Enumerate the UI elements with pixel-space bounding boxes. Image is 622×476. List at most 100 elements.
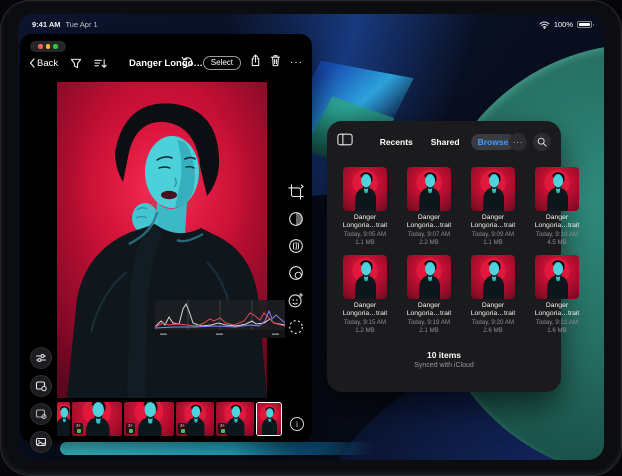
filmstrip-thumbnail[interactable]: [57, 402, 70, 436]
photo-editor-window: Back Danger Longo…: [20, 34, 312, 442]
edit-count-badge: 3+: [74, 423, 83, 434]
filmstrip-thumbnail[interactable]: 3+: [124, 402, 174, 436]
retouch-tool-button[interactable]: [286, 290, 306, 310]
files-panel-footer: 10 items Synced with iCloud: [327, 350, 561, 369]
ellipsis-icon: ···: [513, 141, 523, 144]
file-size: 1.1 MB: [483, 239, 503, 246]
photo-canvas[interactable]: [57, 82, 267, 398]
info-button[interactable]: i: [290, 417, 304, 431]
filmstrip-thumbnail-selected[interactable]: [256, 402, 282, 436]
more-options-button[interactable]: ···: [290, 61, 303, 65]
minimize-window-icon[interactable]: [46, 44, 51, 49]
undo-button[interactable]: [181, 54, 194, 72]
files-panel-header: Recents Shared Browse ···: [327, 129, 561, 155]
item-count: 10 items: [327, 350, 561, 360]
file-grid-item[interactable]: Danger Longoria…trait 004 Today, 9:09 AM…: [465, 167, 521, 246]
adjustments-button[interactable]: [30, 347, 52, 369]
sort-button[interactable]: [94, 58, 107, 69]
file-grid-item[interactable]: Danger Longoria…trait 009 Today, 9:20 AM…: [465, 255, 521, 334]
files-browser-panel: Recents Shared Browse ···: [327, 121, 561, 392]
file-grid-item[interactable]: Danger Longoria…trait 010 Today, 9:22 AM…: [529, 255, 585, 334]
file-grid-item[interactable]: Danger Longoria…trait 002 Today, 9:05 AM…: [337, 167, 393, 246]
filmstrip-thumbnail[interactable]: 3+: [72, 402, 122, 436]
file-thumbnail[interactable]: [535, 255, 579, 299]
file-size: 2.1 MB: [419, 327, 439, 334]
filmstrip-thumbnail[interactable]: 3+: [176, 402, 214, 436]
histogram-curves: [155, 300, 285, 338]
file-size: 1.2 MB: [355, 327, 375, 334]
view-buttons-rail: [30, 347, 52, 453]
portrait-image: [57, 82, 267, 398]
sidebar-icon: [337, 133, 353, 146]
brushes-tool-button[interactable]: [286, 236, 306, 256]
batch-edits-button[interactable]: [30, 403, 52, 425]
browser-thumbnails-button[interactable]: [30, 431, 52, 453]
select-tool-button[interactable]: [286, 317, 306, 337]
select-button[interactable]: Select: [203, 56, 241, 70]
tab-recents[interactable]: Recents: [373, 134, 420, 150]
file-date: Today, 9:19 AM: [408, 319, 450, 326]
edit-tools-rail: [286, 182, 306, 337]
histogram-panel[interactable]: [155, 300, 285, 338]
file-name: Danger Longoria…trait 009: [465, 302, 521, 318]
file-thumbnail[interactable]: [535, 167, 579, 211]
back-button[interactable]: Back: [29, 58, 58, 69]
zoom-window-icon[interactable]: [53, 44, 58, 49]
delete-button[interactable]: [270, 54, 281, 72]
filter-button[interactable]: [70, 58, 82, 69]
editor-toolbar: Back Danger Longo…: [20, 52, 312, 74]
photo-gallery-icon: [35, 436, 47, 448]
file-date: Today, 9:20 AM: [472, 319, 514, 326]
file-size: 2.6 MB: [483, 327, 503, 334]
share-button[interactable]: [250, 54, 261, 72]
filmstrip-thumbnail[interactable]: 3+: [216, 402, 254, 436]
file-size: 1.6 MB: [547, 327, 567, 334]
close-window-icon[interactable]: [38, 44, 43, 49]
file-grid-item[interactable]: Danger Longoria…trait 005 Today, 9:10 AM…: [529, 167, 585, 246]
file-size: 4.5 MB: [547, 239, 567, 246]
clone-tool-button[interactable]: [286, 263, 306, 283]
status-bar: 9:41 AM Tue Apr 1 100%: [32, 20, 592, 29]
wallpaper-cyan-bar: [60, 442, 472, 455]
file-date: Today, 9:15 AM: [344, 319, 386, 326]
file-name: Danger Longoria…trait 002: [337, 214, 393, 230]
file-thumbnail[interactable]: [407, 167, 451, 211]
edit-count-badge: 3+: [126, 423, 135, 434]
file-name: Danger Longoria…trait 003: [401, 214, 457, 230]
file-grid-item[interactable]: Danger Longoria…trait 003 Today, 9:07 AM…: [401, 167, 457, 246]
file-thumbnail[interactable]: [471, 167, 515, 211]
edit-count-badge: 3+: [178, 423, 187, 434]
clock: 9:41 AM: [32, 20, 60, 29]
preset-card-gear-icon: [35, 380, 47, 392]
edit-count-badge: 3+: [218, 423, 227, 434]
retouch-face-icon: [287, 291, 305, 309]
panel-more-button[interactable]: ···: [509, 133, 527, 151]
file-name: Danger Longoria…trait 005: [529, 214, 585, 230]
panel-search-button[interactable]: [533, 133, 551, 151]
battery-percent: 100%: [554, 20, 573, 29]
crop-rotate-icon: [287, 183, 305, 201]
crop-tool-button[interactable]: [286, 182, 306, 202]
chevron-left-icon: [29, 58, 35, 68]
file-name: Danger Longoria…trait 007: [337, 302, 393, 318]
file-grid-item[interactable]: Danger Longoria…trait 008 Today, 9:19 AM…: [401, 255, 457, 334]
brushes-icon: [287, 237, 305, 255]
presets-button[interactable]: [30, 375, 52, 397]
file-name: Danger Longoria…trait 010: [529, 302, 585, 318]
file-grid-item[interactable]: Danger Longoria…trait 007 Today, 9:15 AM…: [337, 255, 393, 334]
sidebar-toggle-button[interactable]: [337, 133, 353, 151]
file-thumbnail[interactable]: [471, 255, 515, 299]
file-name: Danger Longoria…trait 004: [465, 214, 521, 230]
icloud-sync-status: Synced with iCloud: [327, 362, 561, 369]
file-thumbnail[interactable]: [343, 167, 387, 211]
date: Tue Apr 1: [65, 20, 97, 29]
search-icon: [537, 137, 547, 147]
adjust-tool-button[interactable]: [286, 209, 306, 229]
filmstrip: 3+ 3+ 3+ 3+: [57, 402, 282, 436]
file-thumbnail[interactable]: [343, 255, 387, 299]
file-thumbnail[interactable]: [407, 255, 451, 299]
screenshot-stage: 9:41 AM Tue Apr 1 100%: [0, 0, 622, 476]
window-controls[interactable]: [30, 41, 66, 52]
sort-descending-icon: [94, 58, 107, 69]
tab-shared[interactable]: Shared: [424, 134, 467, 150]
